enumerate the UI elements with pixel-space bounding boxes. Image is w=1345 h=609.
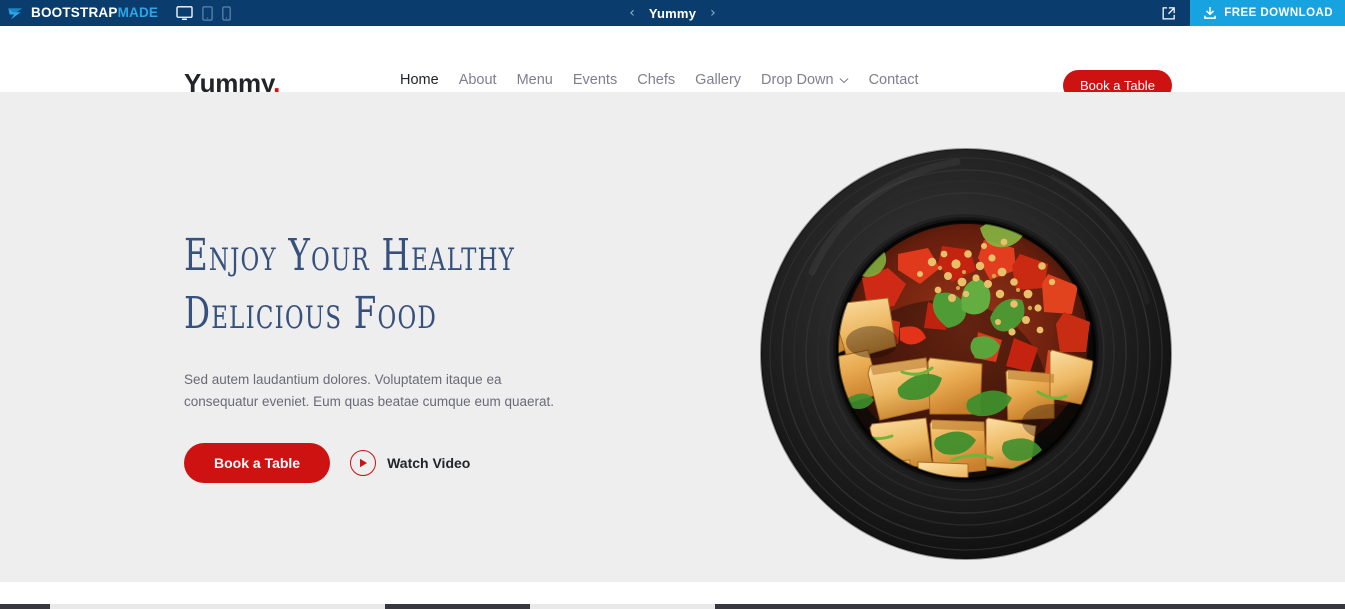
site-header: Yummy. Home About Menu Events Chefs Gall… — [0, 26, 1345, 101]
watch-video-label: Watch Video — [387, 454, 471, 471]
hero-heading: Enjoy Your Healthy Delicious Food — [184, 227, 528, 343]
watch-video-button[interactable]: Watch Video — [350, 449, 471, 476]
nav-item-chefs[interactable]: Chefs — [637, 73, 695, 88]
next-template-icon[interactable]: › — [710, 6, 716, 20]
play-icon — [350, 449, 377, 476]
nav-item-about[interactable]: About — [459, 73, 517, 88]
logo-text-made: MADE — [117, 5, 159, 21]
download-icon — [1204, 7, 1217, 19]
nav-item-gallery[interactable]: Gallery — [695, 73, 761, 88]
hero-actions: Book a Table Watch Video — [184, 442, 604, 483]
nav-item-drop-down[interactable]: Drop Down — [761, 73, 869, 88]
edge-segment-1 — [0, 604, 50, 609]
open-in-new-tab-button[interactable] — [1146, 0, 1190, 26]
bootstrapmade-logo[interactable]: BOOTSTRAPMADE — [0, 0, 158, 26]
edge-segment-2 — [50, 604, 385, 609]
tablet-icon[interactable] — [202, 5, 213, 21]
hero-heading-line-2: Delicious Food — [184, 288, 438, 340]
preview-bar-actions: FREE DOWNLOAD — [1146, 0, 1345, 26]
free-download-button[interactable]: FREE DOWNLOAD — [1190, 0, 1345, 26]
nav-item-events[interactable]: Events — [573, 73, 637, 88]
nav-item-contact[interactable]: Contact — [869, 73, 939, 88]
edge-segment-5 — [715, 604, 1345, 609]
hero-book-a-table-button[interactable]: Book a Table — [184, 442, 331, 483]
previous-template-icon[interactable]: ‹ — [629, 6, 635, 20]
main-navigation: Home About Menu Events Chefs Gallery Dro… — [400, 73, 939, 96]
bootstrapmade-preview-bar: BOOTSTRAPMADE ‹ Yummy › FREE DOWNLOAD — [0, 0, 1345, 26]
external-link-icon — [1162, 6, 1175, 19]
nav-item-menu[interactable]: Menu — [517, 73, 573, 88]
hero-description: Sed autem laudantium dolores. Voluptatem… — [184, 372, 554, 410]
preview-template-title: Yummy — [648, 5, 697, 21]
nav-item-drop-down-label: Drop Down — [761, 72, 834, 88]
mobile-icon[interactable] — [222, 5, 231, 21]
device-preview-switcher — [176, 5, 231, 21]
food-plate-image — [752, 142, 1182, 566]
logo-text-bootstrap: BOOTSTRAP — [31, 5, 118, 21]
bootstrapmade-logo-icon — [8, 7, 22, 19]
chevron-down-icon — [839, 77, 849, 83]
below-fold-gap — [0, 582, 1345, 609]
edge-segment-3 — [385, 604, 530, 609]
nav-item-home[interactable]: Home — [400, 73, 459, 96]
edge-segment-4 — [530, 604, 715, 609]
food-plate-illustration — [760, 148, 1172, 560]
next-section-top-edge — [0, 604, 1345, 609]
hero-heading-line-1: Enjoy Your Healthy — [184, 230, 516, 281]
hero-section: Enjoy Your Healthy Delicious Food Sed au… — [0, 92, 1345, 582]
hero-text-block: Enjoy Your Healthy Delicious Food Sed au… — [184, 227, 604, 483]
desktop-icon[interactable] — [176, 5, 193, 21]
free-download-label: FREE DOWNLOAD — [1224, 7, 1333, 19]
bootstrapmade-wordmark: BOOTSTRAPMADE — [31, 6, 158, 20]
